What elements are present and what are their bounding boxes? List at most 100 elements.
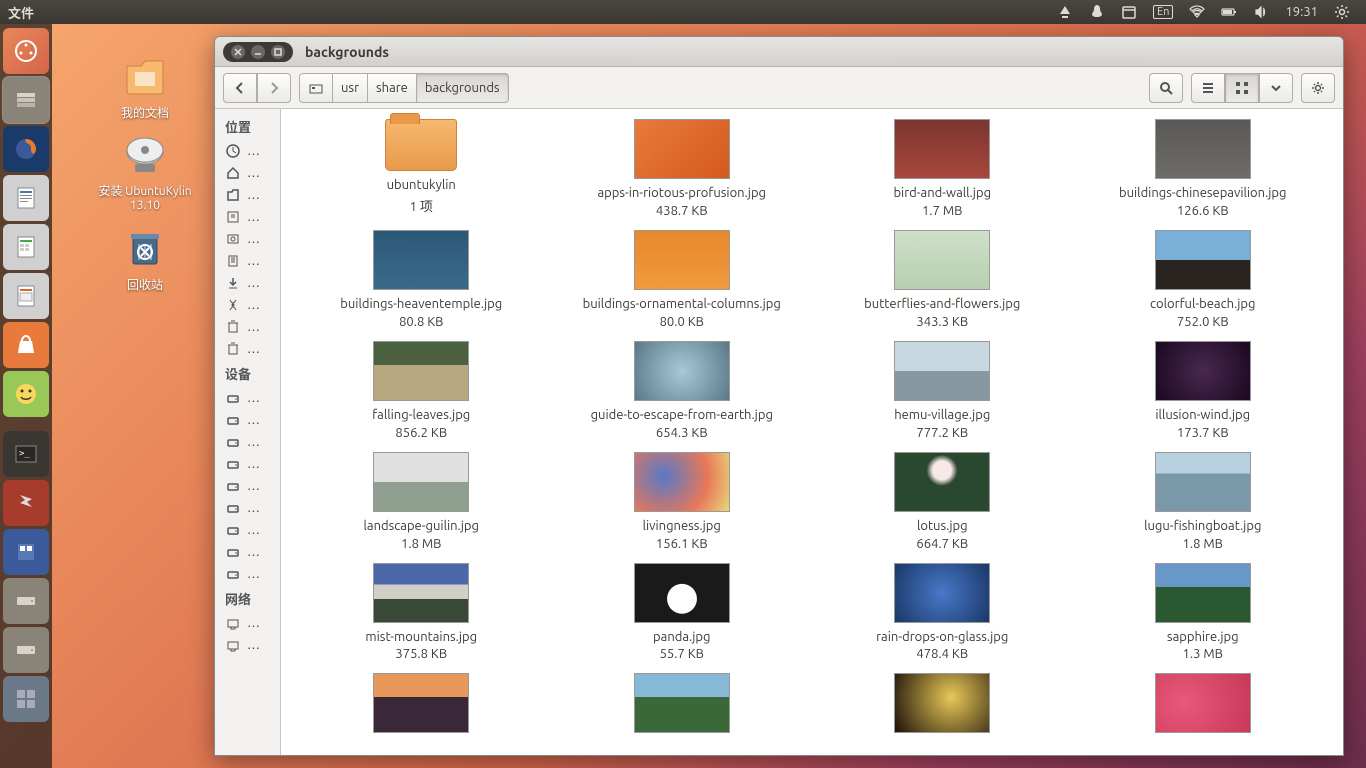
sidebar-item[interactable]: … — [215, 409, 280, 431]
app-icon[interactable] — [3, 529, 49, 575]
sidebar-item[interactable]: … — [215, 634, 280, 656]
icon-view-button[interactable] — [1225, 73, 1259, 103]
file-item[interactable]: lotus.jpg664.7 KB — [822, 452, 1063, 551]
file-item[interactable]: falling-leaves.jpg856.2 KB — [301, 341, 542, 440]
sidebar-item[interactable]: … — [215, 250, 280, 272]
volume-icon[interactable] — [1253, 4, 1269, 20]
file-item[interactable]: butterflies-and-flowers.jpg343.3 KB — [822, 230, 1063, 329]
file-item[interactable]: mist-mountains.jpg375.8 KB — [301, 563, 542, 662]
calc-icon[interactable] — [3, 224, 49, 270]
language-indicator[interactable]: En — [1153, 5, 1173, 19]
desktop-icon-trash[interactable]: 回收站 — [90, 224, 200, 293]
back-button[interactable] — [223, 73, 257, 103]
view-dropdown-button[interactable] — [1259, 73, 1293, 103]
file-item[interactable]: lugu-fishingboat.jpg1.8 MB — [1083, 452, 1324, 551]
writer-icon[interactable] — [3, 175, 49, 221]
file-size: 478.4 KB — [916, 647, 968, 661]
sidebar-item[interactable]: … — [215, 272, 280, 294]
unity-launcher: >_ — [0, 24, 52, 768]
breadcrumb-segment-current[interactable]: backgrounds — [417, 73, 509, 103]
folder-icon — [385, 119, 457, 171]
sidebar-item[interactable]: … — [215, 294, 280, 316]
file-item[interactable] — [562, 673, 803, 741]
minimize-button[interactable] — [251, 45, 265, 59]
folder-item[interactable]: ubuntukylin1 项 — [301, 119, 542, 218]
sidebar-item[interactable]: … — [215, 228, 280, 250]
clock[interactable]: 19:31 — [1285, 5, 1318, 19]
sidebar-item[interactable]: … — [215, 387, 280, 409]
sidebar-item[interactable]: … — [215, 206, 280, 228]
titlebar[interactable]: backgrounds — [215, 37, 1343, 67]
sidebar-item[interactable]: … — [215, 612, 280, 634]
sidebar-item[interactable]: … — [215, 497, 280, 519]
calendar-icon[interactable] — [1121, 4, 1137, 20]
software-center-icon[interactable] — [3, 322, 49, 368]
dash-icon[interactable] — [3, 28, 49, 74]
drive-icon[interactable] — [3, 578, 49, 624]
file-name: panda.jpg — [653, 629, 710, 646]
image-thumbnail — [634, 673, 730, 733]
penguin-icon[interactable] — [1089, 4, 1105, 20]
file-size: 1.3 MB — [1183, 647, 1223, 661]
files-icon[interactable] — [3, 77, 49, 123]
gear-button[interactable] — [1301, 73, 1335, 103]
sidebar-item[interactable]: … — [215, 431, 280, 453]
file-item[interactable]: colorful-beach.jpg752.0 KB — [1083, 230, 1324, 329]
file-item[interactable] — [1083, 673, 1324, 741]
file-size: 664.7 KB — [916, 537, 968, 551]
sidebar-item[interactable]: … — [215, 475, 280, 497]
file-size: 375.8 KB — [395, 647, 447, 661]
file-name: guide-to-escape-from-earth.jpg — [591, 407, 773, 424]
forward-button[interactable] — [257, 73, 291, 103]
sidebar-item[interactable]: … — [215, 541, 280, 563]
file-item[interactable]: guide-to-escape-from-earth.jpg654.3 KB — [562, 341, 803, 440]
sidebar-item[interactable]: … — [215, 563, 280, 585]
file-name: buildings-ornamental-columns.jpg — [583, 296, 781, 313]
file-size: 80.0 KB — [660, 315, 704, 329]
file-item[interactable]: apps-in-riotous-profusion.jpg438.7 KB — [562, 119, 803, 218]
sidebar-item[interactable]: … — [215, 162, 280, 184]
breadcrumb-root[interactable] — [299, 73, 333, 103]
desktop-icon-install[interactable]: 安装 UbuntuKylin 13.10 — [90, 130, 200, 212]
workspace-icon[interactable] — [3, 676, 49, 722]
sidebar-item[interactable]: … — [215, 519, 280, 541]
impress-icon[interactable] — [3, 273, 49, 319]
battery-icon[interactable] — [1221, 4, 1237, 20]
list-view-button[interactable] — [1191, 73, 1225, 103]
desktop-icon-documents[interactable]: 我的文档 — [90, 52, 200, 121]
file-item[interactable]: livingness.jpg156.1 KB — [562, 452, 803, 551]
file-item[interactable]: hemu-village.jpg777.2 KB — [822, 341, 1063, 440]
file-item[interactable] — [822, 673, 1063, 741]
file-item[interactable]: buildings-ornamental-columns.jpg 80.0 KB — [562, 230, 803, 329]
drive-icon[interactable] — [3, 627, 49, 673]
file-item[interactable]: sapphire.jpg1.3 MB — [1083, 563, 1324, 662]
file-item[interactable]: buildings-chinesepavilion.jpg126.6 KB — [1083, 119, 1324, 218]
terminal-icon[interactable]: >_ — [3, 431, 49, 477]
sidebar-item[interactable]: … — [215, 184, 280, 206]
smiley-icon[interactable] — [3, 371, 49, 417]
search-button[interactable] — [1149, 73, 1183, 103]
firefox-icon[interactable] — [3, 126, 49, 172]
breadcrumb-segment[interactable]: share — [368, 73, 417, 103]
file-item[interactable]: panda.jpg55.7 KB — [562, 563, 803, 662]
settings-icon[interactable] — [3, 480, 49, 526]
active-app-menu[interactable]: 文件 — [8, 3, 34, 22]
file-name: buildings-chinesepavilion.jpg — [1119, 185, 1287, 202]
file-item[interactable]: rain-drops-on-glass.jpg478.4 KB — [822, 563, 1063, 662]
gear-icon[interactable] — [1334, 4, 1350, 20]
sidebar-item[interactable]: … — [215, 316, 280, 338]
maximize-button[interactable] — [271, 45, 285, 59]
file-item[interactable]: illusion-wind.jpg173.7 KB — [1083, 341, 1324, 440]
file-item[interactable] — [301, 673, 542, 741]
file-name: bird-and-wall.jpg — [893, 185, 991, 202]
network-icon[interactable] — [1189, 4, 1205, 20]
indicator-icon[interactable] — [1057, 4, 1073, 20]
sidebar-item[interactable]: … — [215, 338, 280, 360]
sidebar-item[interactable]: … — [215, 140, 280, 162]
file-item[interactable]: buildings-heaventemple.jpg80.8 KB — [301, 230, 542, 329]
file-item[interactable]: landscape-guilin.jpg1.8 MB — [301, 452, 542, 551]
breadcrumb-segment[interactable]: usr — [333, 73, 368, 103]
file-item[interactable]: bird-and-wall.jpg1.7 MB — [822, 119, 1063, 218]
close-button[interactable] — [231, 45, 245, 59]
sidebar-item[interactable]: … — [215, 453, 280, 475]
